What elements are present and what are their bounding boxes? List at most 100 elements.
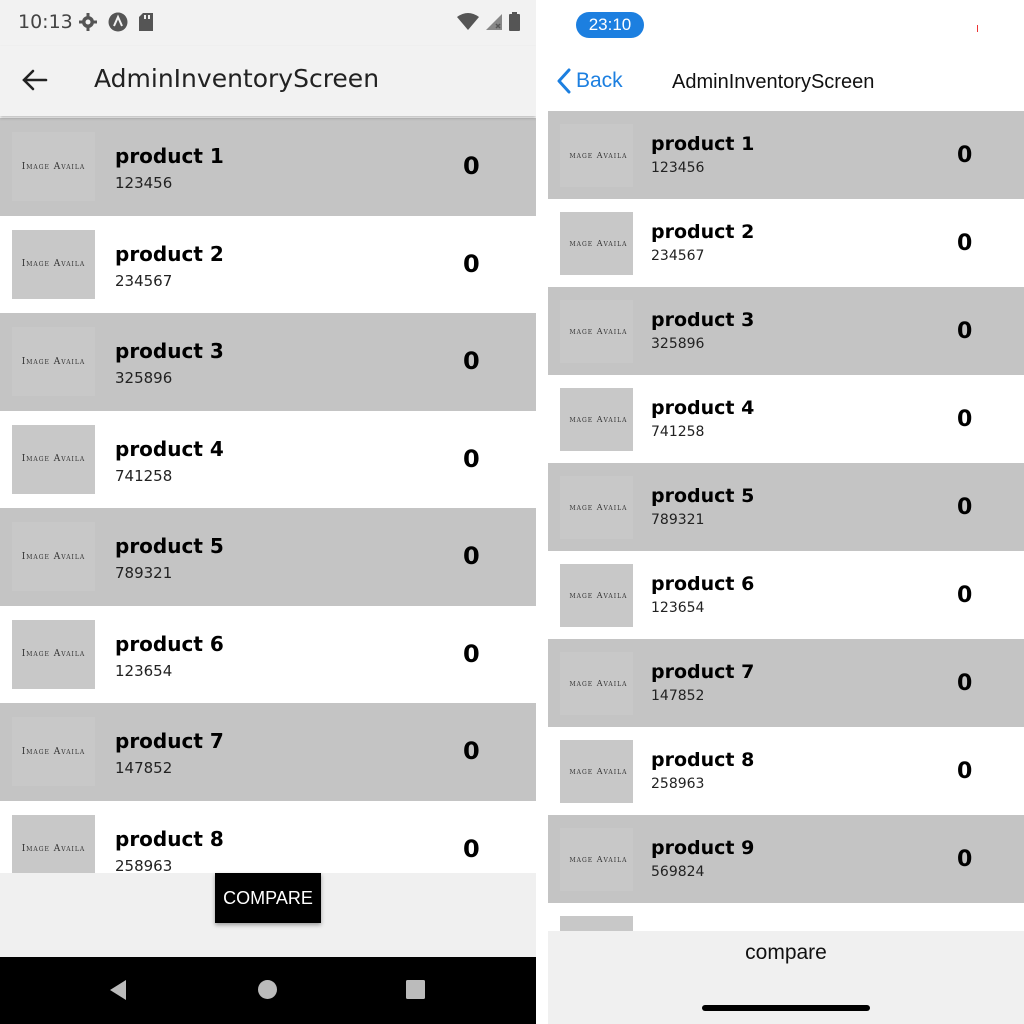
cell-signal-icon: [486, 13, 502, 30]
image-placeholder-text: Image Availa: [21, 746, 86, 757]
product-name: product 7: [651, 661, 755, 683]
product-code: 789321: [115, 564, 173, 582]
product-row[interactable]: Image Availa product 2 234567 0: [0, 216, 536, 314]
product-row[interactable]: mage Availa product 7 147852 0: [548, 639, 1024, 727]
product-quantity: 0: [957, 407, 973, 432]
product-quantity: 0: [463, 444, 480, 473]
product-row[interactable]: mage Availa product 5 789321 0: [548, 463, 1024, 551]
product-name: product 8: [115, 826, 224, 851]
product-code: 325896: [651, 336, 705, 352]
android-screen: 10:13 AdminInventoryScreen Image Availa …: [0, 0, 536, 1024]
nav-recents-icon[interactable]: [405, 979, 426, 1000]
product-quantity: 0: [957, 583, 973, 608]
product-code: 123456: [651, 160, 705, 176]
product-image-placeholder: mage Availa: [560, 388, 633, 451]
product-quantity: 0: [957, 231, 973, 256]
product-row[interactable]: mage Availa product 1 123456 0: [548, 111, 1024, 199]
product-image-placeholder: mage Availa: [560, 740, 633, 803]
image-placeholder-text: Image Availa: [21, 551, 86, 562]
product-name: product 4: [115, 436, 224, 461]
product-row[interactable]: mage Availa product 9 569824 0: [548, 815, 1024, 903]
image-placeholder-text: mage Availa: [569, 679, 628, 688]
product-image-placeholder: Image Availa: [12, 619, 95, 689]
home-indicator: [702, 1005, 870, 1011]
compare-button[interactable]: COMPARE: [215, 873, 321, 923]
sd-card-icon: [139, 13, 153, 31]
image-placeholder-text: mage Availa: [569, 503, 628, 512]
image-placeholder-text: Image Availa: [21, 649, 86, 659]
product-row[interactable]: Image Availa product 7 147852 0: [0, 703, 536, 801]
product-row[interactable]: Image Availa product 3 325896 0: [0, 313, 536, 411]
product-code: 789321: [651, 512, 705, 528]
ios-screen: 23:10 Back AdminInventoryScreen mage Ava…: [548, 0, 1024, 1024]
image-placeholder-text: mage Availa: [569, 767, 628, 776]
product-name: product 6: [651, 573, 755, 595]
product-code: 123654: [651, 600, 705, 616]
product-row[interactable]: mage Availa product 2 234567 0: [548, 199, 1024, 287]
back-button-label: Back: [576, 69, 623, 92]
image-placeholder-text: Image Availa: [21, 454, 86, 464]
image-placeholder-text: Image Availa: [21, 844, 86, 854]
product-code: 234567: [651, 248, 705, 264]
product-name: product 3: [651, 309, 755, 331]
ios-navigation-bar: Back AdminInventoryScreen: [548, 50, 1024, 112]
page-title: AdminInventoryScreen: [94, 64, 380, 93]
product-quantity: 0: [463, 639, 480, 668]
image-placeholder-text: mage Availa: [569, 415, 628, 424]
app-logo-icon: [108, 12, 128, 32]
product-quantity: 0: [463, 542, 480, 570]
image-placeholder-text: mage Availa: [569, 591, 628, 600]
product-code: 325896: [115, 369, 173, 387]
android-product-list[interactable]: Image Availa product 1 123456 0 Image Availa…: [0, 118, 536, 873]
product-row[interactable]: Image Availa product 8 258963 0: [0, 801, 536, 873]
android-footer: COMPARE: [0, 873, 536, 957]
product-quantity: 0: [463, 737, 480, 765]
product-row[interactable]: Image Availa product 6 123654 0: [0, 606, 536, 704]
product-code: 147852: [115, 759, 173, 777]
ios-product-list[interactable]: mage Availa product 1 123456 0 mage Availa pr…: [548, 111, 1024, 931]
product-name: product 2: [115, 241, 224, 266]
product-image-placeholder: mage Availa: [560, 476, 633, 539]
product-row[interactable]: mage Availa product 8 258963 0: [548, 727, 1024, 815]
ios-status-bar: 23:10: [548, 0, 1024, 50]
product-name: product 9: [651, 837, 755, 859]
product-row[interactable]: [548, 903, 1024, 931]
product-quantity: 0: [957, 671, 973, 696]
image-placeholder-text: Image Availa: [21, 161, 86, 172]
product-image-placeholder: mage Availa: [560, 828, 633, 891]
product-code: 741258: [115, 466, 173, 485]
product-image-placeholder: Image Availa: [12, 717, 95, 786]
android-status-time: 10:13: [18, 11, 73, 33]
product-row[interactable]: Image Availa product 5 789321 0: [0, 508, 536, 606]
product-name: product 8: [651, 749, 755, 771]
product-name: product 3: [115, 339, 224, 363]
product-code: 741258: [651, 424, 705, 440]
product-row[interactable]: Image Availa product 4 741258 0: [0, 411, 536, 509]
nav-back-icon[interactable]: [108, 979, 128, 1001]
gear-icon: [79, 13, 97, 31]
product-image-placeholder: Image Availa: [12, 814, 95, 873]
product-image-placeholder: [560, 916, 633, 931]
compare-button[interactable]: compare: [548, 941, 1024, 965]
back-arrow-icon[interactable]: [20, 66, 48, 94]
nav-home-icon[interactable]: [257, 979, 278, 1000]
product-name: product 6: [115, 631, 224, 656]
product-row[interactable]: mage Availa product 4 741258 0: [548, 375, 1024, 463]
product-row[interactable]: mage Availa product 3 325896 0: [548, 287, 1024, 375]
android-navigation-bar: [0, 957, 536, 1024]
product-image-placeholder: Image Availa: [12, 132, 95, 201]
product-image-placeholder: mage Availa: [560, 652, 633, 715]
product-quantity: 0: [957, 759, 973, 784]
page-title: AdminInventoryScreen: [672, 71, 875, 93]
product-quantity: 0: [463, 249, 480, 278]
product-row[interactable]: Image Availa product 1 123456 0: [0, 118, 536, 216]
image-placeholder-text: mage Availa: [569, 855, 628, 864]
product-code: 123456: [115, 174, 173, 192]
product-quantity: 0: [463, 834, 480, 863]
product-quantity: 0: [463, 347, 480, 375]
product-name: product 1: [115, 144, 224, 168]
product-image-placeholder: mage Availa: [560, 124, 633, 187]
product-name: product 4: [651, 397, 755, 419]
product-row[interactable]: mage Availa product 6 123654 0: [548, 551, 1024, 639]
back-button[interactable]: Back: [556, 68, 623, 94]
